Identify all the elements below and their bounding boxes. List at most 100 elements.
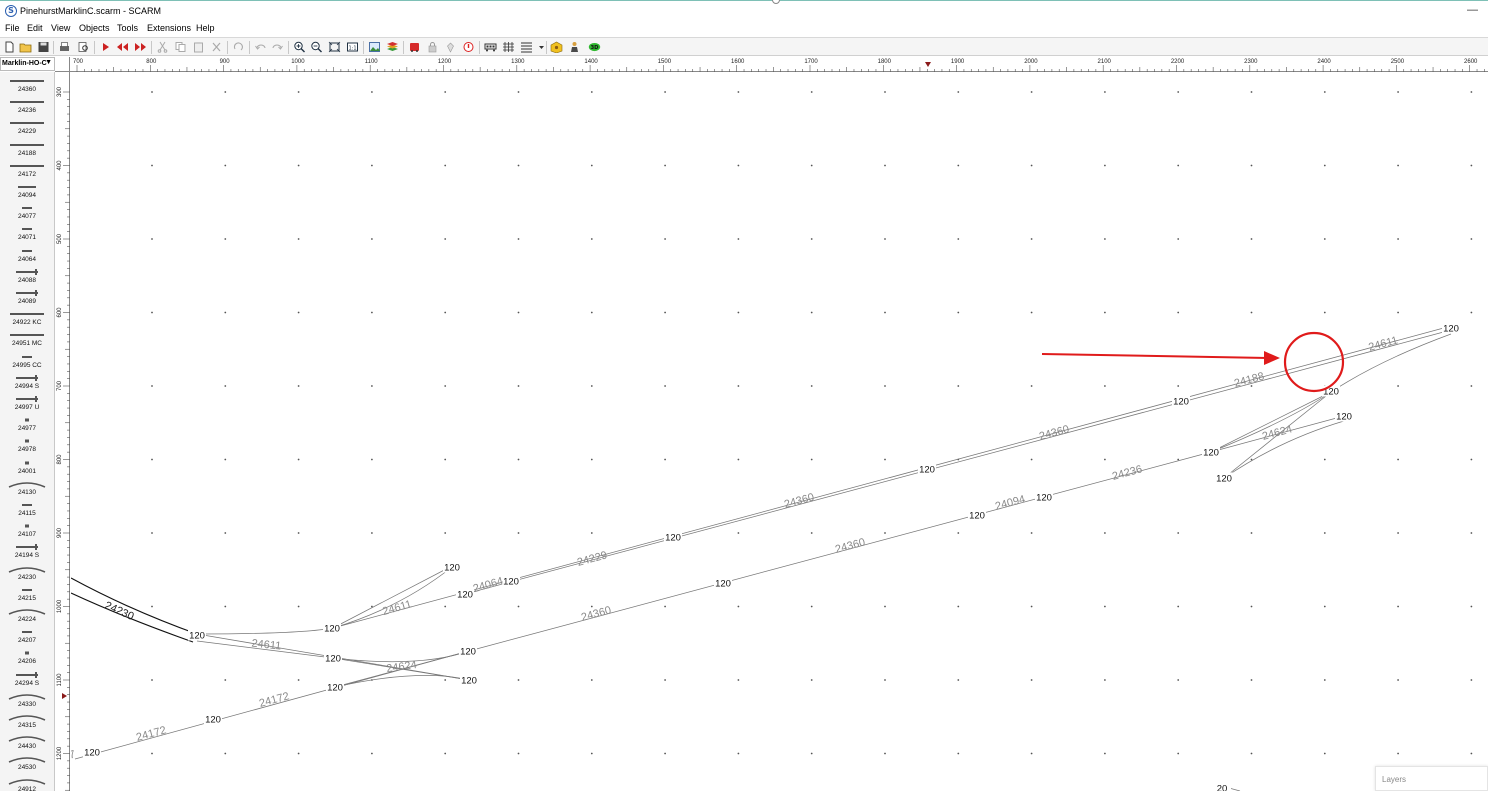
height-label-h3[interactable]: 120 — [188, 629, 206, 642]
height-label-h19[interactable]: 120 — [1215, 472, 1233, 485]
layers-icon[interactable] — [386, 41, 399, 53]
track-item-24997-u[interactable]: 24997 U — [0, 392, 54, 413]
menu-objects[interactable]: Objects — [79, 23, 110, 33]
train-stop-icon[interactable] — [408, 41, 421, 53]
save-icon[interactable] — [37, 41, 50, 53]
track-item-24194-s[interactable]: 24194 S — [0, 540, 54, 561]
height-label-h9[interactable]: 120 — [459, 645, 477, 658]
height-label-h22[interactable]: 120 — [1442, 322, 1460, 335]
list-view-icon[interactable] — [520, 41, 533, 53]
track-item-24172[interactable]: 24172 — [0, 159, 54, 180]
track-24230[interactable] — [71, 577, 198, 643]
track-item-24107[interactable]: 24107 — [0, 519, 54, 540]
menu-tools[interactable]: Tools — [117, 23, 138, 33]
menu-extensions[interactable]: Extensions — [147, 23, 191, 33]
print-preview-icon[interactable] — [77, 41, 90, 53]
track-item-24977[interactable]: 24977 — [0, 413, 54, 434]
zoom-out-icon[interactable] — [310, 41, 323, 53]
height-label-h18[interactable]: 120 — [1202, 446, 1220, 459]
track-item-24922-kc[interactable]: 24922 KC — [0, 307, 54, 328]
height-label-h7[interactable]: 120 — [502, 575, 520, 588]
track-item-24530[interactable]: 24530 — [0, 752, 54, 773]
layout-canvas[interactable]: 120 120 120 120 120 120 120 120 120 120 120 120 120 1… — [71, 73, 1488, 791]
rotate-icon[interactable] — [232, 41, 245, 53]
track-item-24224[interactable]: 24224 — [0, 604, 54, 625]
track-item-24994-s[interactable]: 24994 S — [0, 371, 54, 392]
undo-icon[interactable] — [254, 41, 267, 53]
zoom-in-icon[interactable] — [293, 41, 306, 53]
rolling-stock-icon[interactable] — [484, 41, 497, 53]
track-item-24294-s[interactable]: 24294 S — [0, 668, 54, 689]
track-item-24229[interactable]: 24229 — [0, 116, 54, 137]
figure-icon[interactable] — [568, 41, 581, 53]
layers-panel[interactable]: Layers — [1375, 766, 1488, 791]
track-item-24188[interactable]: 24188 — [0, 138, 54, 159]
height-label-h15[interactable]: 120 — [968, 509, 986, 522]
rewind-icon[interactable] — [116, 41, 129, 53]
redo-icon[interactable] — [271, 41, 284, 53]
paste-icon[interactable] — [192, 41, 205, 53]
open-folder-icon[interactable] — [19, 41, 32, 53]
track-item-24912[interactable]: 24912 — [0, 774, 54, 791]
track-item-24236[interactable]: 24236 — [0, 95, 54, 116]
track-item-24089[interactable]: 24089 — [0, 286, 54, 307]
track-upper-main-2[interactable] — [464, 329, 1452, 595]
track-item-24230[interactable]: 24230 — [0, 562, 54, 583]
cut-icon[interactable] — [156, 41, 169, 53]
track-item-24130[interactable]: 24130 — [0, 477, 54, 498]
height-label-h2[interactable]: 120 — [204, 713, 222, 726]
track-item-24978[interactable]: 24978 — [0, 434, 54, 455]
track-item-24315[interactable]: 24315 — [0, 710, 54, 731]
height-points-icon[interactable] — [444, 41, 457, 53]
height-label-h20[interactable]: 120 — [1322, 385, 1340, 398]
menu-view[interactable]: View — [51, 23, 70, 33]
play-icon[interactable] — [99, 41, 112, 53]
height-label-h5[interactable]: 120 — [443, 561, 461, 574]
track-item-24115[interactable]: 24115 — [0, 498, 54, 519]
track-item-24207[interactable]: 24207 — [0, 625, 54, 646]
height-label-h13[interactable]: 120 — [714, 577, 732, 590]
track-item-24001[interactable]: 24001 — [0, 456, 54, 477]
height-label-h16[interactable]: 120 — [1035, 491, 1053, 504]
track-library-dropdown[interactable]: Marklin-HO-C ▼ — [0, 57, 55, 71]
new-file-icon[interactable] — [3, 41, 16, 53]
parts-box-icon[interactable] — [550, 41, 563, 53]
copy-icon[interactable] — [174, 41, 187, 53]
lock-icon[interactable] — [426, 41, 439, 53]
height-label-h10[interactable]: 120 — [460, 674, 478, 687]
minimize-button[interactable]: — — [1467, 4, 1478, 16]
delete-icon[interactable] — [210, 41, 223, 53]
track-item-24951-mc[interactable]: 24951 MC — [0, 328, 54, 349]
height-label-h14[interactable]: 120 — [918, 463, 936, 476]
track-item-24430[interactable]: 24430 — [0, 731, 54, 752]
print-icon[interactable] — [58, 41, 71, 53]
zoom-fit-icon[interactable] — [328, 41, 341, 53]
track-item-24206[interactable]: 24206 — [0, 646, 54, 667]
fast-forward-icon[interactable] — [134, 41, 147, 53]
height-label-h1[interactable]: 120 — [83, 746, 101, 759]
track-item-24215[interactable]: 24215 — [0, 583, 54, 604]
track-item-24088[interactable]: 24088 — [0, 265, 54, 286]
3d-view-icon[interactable]: 3D — [588, 41, 604, 53]
track-item-24995-cc[interactable]: 24995 CC — [0, 350, 54, 371]
track-item-24330[interactable]: 24330 — [0, 689, 54, 710]
zoom-actual-icon[interactable]: 1:1 — [346, 41, 359, 53]
track-upper-main-c[interactable] — [332, 565, 453, 629]
menu-edit[interactable]: Edit — [27, 23, 43, 33]
height-label-h4[interactable]: 120 — [323, 622, 341, 635]
track-item-24077[interactable]: 24077 — [0, 201, 54, 222]
track-item-24071[interactable]: 24071 — [0, 222, 54, 243]
chevron-down-icon[interactable] — [535, 41, 544, 53]
track-grid-icon[interactable] — [502, 41, 515, 53]
height-label-h12[interactable]: 120 — [664, 531, 682, 544]
height-label-h23[interactable]: 20 — [1213, 782, 1231, 791]
menu-file[interactable]: File — [5, 23, 20, 33]
height-label-h21[interactable]: 120 — [1335, 410, 1353, 423]
warning-icon[interactable] — [462, 41, 475, 53]
height-label-h8[interactable]: 120 — [324, 652, 342, 665]
height-label-h11[interactable]: 120 — [326, 681, 344, 694]
track-item-24094[interactable]: 24094 — [0, 180, 54, 201]
height-label-h17[interactable]: 120 — [1172, 395, 1190, 408]
track-item-24360[interactable]: 24360 — [0, 74, 54, 95]
window-resize-handle[interactable] — [772, 0, 780, 4]
